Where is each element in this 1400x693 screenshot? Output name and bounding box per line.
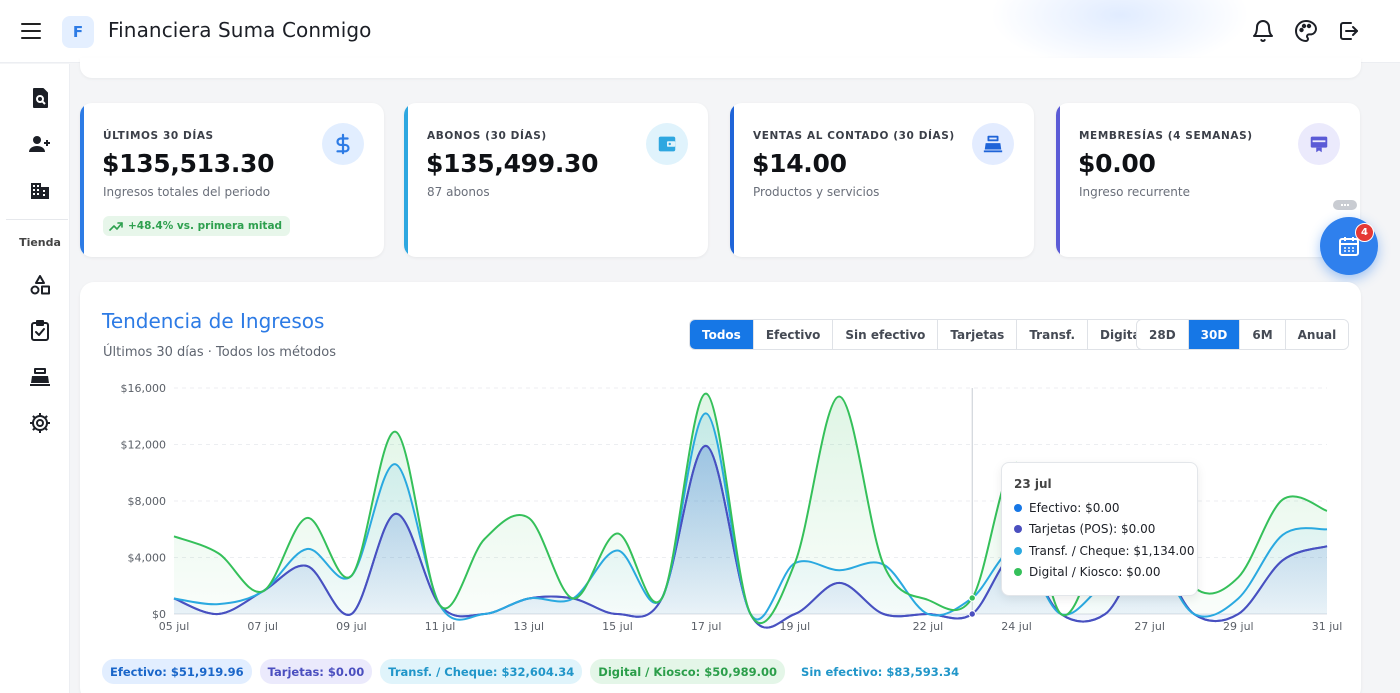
building-icon[interactable] xyxy=(28,178,52,202)
tooltip-row: Digital / Kiosco: $0.00 xyxy=(1014,565,1161,579)
cash-register-icon[interactable] xyxy=(28,365,52,389)
series-dot xyxy=(1014,525,1022,533)
x-tick-label: 17 jul xyxy=(691,620,722,633)
kpi-label: ABONOS (30 DÍAS) xyxy=(427,130,547,142)
y-tick-label: $8,000 xyxy=(128,495,167,508)
kpi-label: VENTAS AL CONTADO (30 DÍAS) xyxy=(753,130,955,142)
x-tick-label: 11 jul xyxy=(425,620,456,633)
total-chip-tarjetas: Tarjetas: $0.00 xyxy=(259,659,373,684)
tooltip-row: Tarjetas (POS): $0.00 xyxy=(1014,522,1155,536)
tooltip-title: 23 jul xyxy=(1014,477,1052,491)
cash-register-icon xyxy=(972,123,1014,165)
kpi-trend-text: +48.4% vs. primera mitad xyxy=(128,220,283,232)
tooltip-row-text: Efectivo: $0.00 xyxy=(1029,501,1120,515)
series-dot xyxy=(1014,547,1022,555)
kpi-subtitle: 87 abonos xyxy=(427,185,490,199)
gear-icon[interactable] xyxy=(28,411,52,435)
kpi-value: $135,513.30 xyxy=(102,149,275,178)
sidebar-section-label: Tienda xyxy=(19,236,61,249)
kpi-value: $0.00 xyxy=(1078,149,1156,178)
total-chip-efectivo: Efectivo: $51,919.96 xyxy=(102,659,252,684)
kpi-label: MEMBRESÍAS (4 SEMANAS) xyxy=(1079,130,1253,142)
sidebar: Tienda xyxy=(0,64,70,693)
add-user-icon[interactable] xyxy=(28,132,52,156)
tooltip-row-text: Transf. / Cheque: $1,134.00 xyxy=(1029,544,1195,558)
x-tick-label: 31 jul xyxy=(1312,620,1343,633)
kpi-value: $14.00 xyxy=(752,149,847,178)
kpi-accent xyxy=(404,103,408,257)
app-title: Financiera Suma Conmigo xyxy=(108,18,372,42)
x-tick-label: 07 jul xyxy=(247,620,278,633)
x-tick-label: 22 jul xyxy=(913,620,944,633)
series-dot xyxy=(1014,568,1022,576)
kpi-accent xyxy=(1056,103,1060,257)
kpi-accent xyxy=(80,103,84,257)
series-dot xyxy=(1014,504,1022,512)
shapes-icon[interactable] xyxy=(28,273,52,297)
bell-icon[interactable] xyxy=(1251,19,1275,43)
logout-icon[interactable] xyxy=(1337,19,1361,43)
kpi-card-ingresos: ÚLTIMOS 30 DÍAS $135,513.30 Ingresos tot… xyxy=(80,103,384,257)
x-tick-label: 13 jul xyxy=(513,620,544,633)
x-tick-label: 05 jul xyxy=(159,620,190,633)
app-logo-badge: F xyxy=(62,16,94,48)
wallet-icon xyxy=(646,123,688,165)
dollar-icon xyxy=(322,123,364,165)
x-tick-label: 09 jul xyxy=(336,620,367,633)
trending-up-icon xyxy=(109,222,123,231)
total-chip-sin-efectivo: Sin efectivo: $83,593.34 xyxy=(793,659,968,684)
drag-handle[interactable] xyxy=(1333,200,1357,210)
notification-count-badge: 4 xyxy=(1355,223,1374,242)
palette-icon[interactable] xyxy=(1294,19,1318,43)
x-tick-label: 19 jul xyxy=(780,620,811,633)
top-bar: F Financiera Suma Conmigo xyxy=(0,0,1400,70)
kpi-accent xyxy=(730,103,734,257)
kpi-value: $135,499.30 xyxy=(426,149,599,178)
kpi-trend-badge: +48.4% vs. primera mitad xyxy=(103,216,291,236)
hover-point xyxy=(968,610,976,618)
hover-point xyxy=(968,594,976,602)
clipboard-check-icon[interactable] xyxy=(28,319,52,343)
income-trend-card: Tendencia de Ingresos Últimos 30 días · … xyxy=(80,282,1361,693)
card-icon xyxy=(1298,123,1340,165)
x-tick-label: 29 jul xyxy=(1223,620,1254,633)
x-tick-label: 24 jul xyxy=(1001,620,1032,633)
kpi-card-ventas: VENTAS AL CONTADO (30 DÍAS) $14.00 Produ… xyxy=(730,103,1034,257)
y-tick-label: $16,000 xyxy=(121,382,167,395)
y-tick-label: $4,000 xyxy=(128,552,167,565)
search-document-icon[interactable] xyxy=(28,86,52,110)
tooltip-row-text: Tarjetas (POS): $0.00 xyxy=(1029,522,1156,536)
kpi-subtitle: Ingresos totales del periodo xyxy=(103,185,271,199)
y-tick-label: $12,000 xyxy=(121,439,167,452)
kpi-card-membresias: MEMBRESÍAS (4 SEMANAS) $0.00 Ingreso rec… xyxy=(1056,103,1360,257)
kpi-label: ÚLTIMOS 30 DÍAS xyxy=(103,130,214,142)
total-chip-digital: Digital / Kiosco: $50,989.00 xyxy=(590,659,786,684)
total-chip-transf: Transf. / Cheque: $32,604.34 xyxy=(380,659,583,684)
x-tick-label: 27 jul xyxy=(1134,620,1165,633)
top-panel-edge xyxy=(80,58,1361,78)
kpi-subtitle: Productos y servicios xyxy=(753,185,880,199)
x-tick-label: 15 jul xyxy=(602,620,633,633)
chart-tooltip: 23 jul Efectivo: $0.00 Tarjetas (POS): $… xyxy=(1001,462,1198,596)
calendar-fab-button[interactable]: 4 xyxy=(1320,217,1378,275)
tooltip-row: Transf. / Cheque: $1,134.00 xyxy=(1014,544,1194,558)
kpi-subtitle: Ingreso recurrente xyxy=(1079,185,1190,199)
sidebar-divider xyxy=(6,219,68,220)
hamburger-menu-icon[interactable] xyxy=(19,21,43,41)
tooltip-row-text: Digital / Kiosco: $0.00 xyxy=(1029,565,1161,579)
kpi-card-abonos: ABONOS (30 DÍAS) $135,499.30 87 abonos xyxy=(404,103,708,257)
method-totals: Efectivo: $51,919.96 Tarjetas: $0.00 Tra… xyxy=(102,659,968,684)
tooltip-row: Efectivo: $0.00 xyxy=(1014,501,1119,515)
